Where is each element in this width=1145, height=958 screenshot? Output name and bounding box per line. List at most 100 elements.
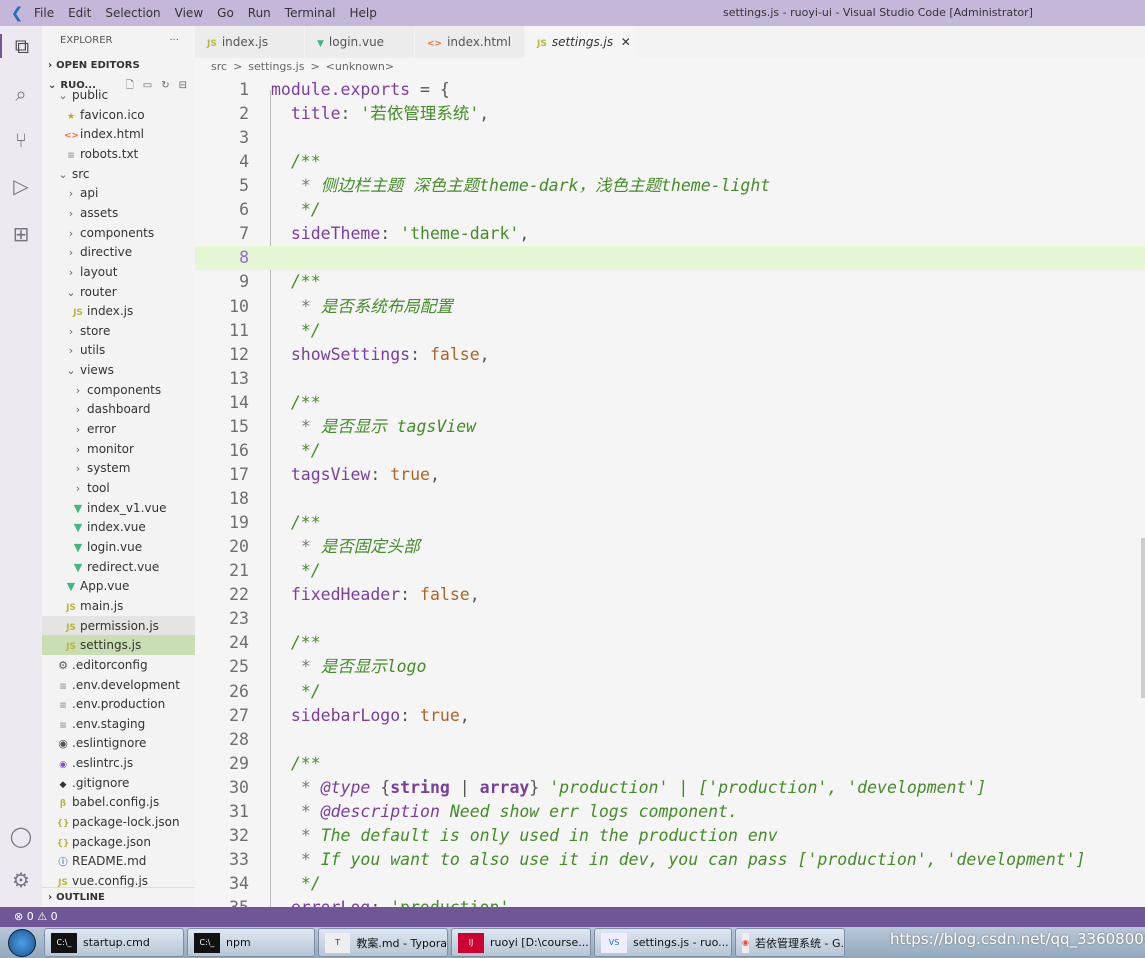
code-line[interactable]: 16 */ (195, 439, 1145, 463)
tree-item-src[interactable]: ⌄ src (42, 164, 195, 184)
files-icon[interactable]: ⧉ (0, 34, 42, 58)
code-line[interactable]: 23 (195, 607, 1145, 631)
tree-item-directive[interactable]: › directive (42, 242, 195, 262)
code-line[interactable]: 24 /** (195, 631, 1145, 655)
code-line[interactable]: 20 * 是否固定头部 (195, 535, 1145, 559)
open-editors-section[interactable]: › OPEN EDITORS (42, 56, 195, 76)
tree-item-main-js[interactable]: JS main.js (42, 596, 195, 616)
run-debug-icon[interactable]: ▷ (9, 174, 33, 198)
menu-help[interactable]: Help (350, 6, 377, 20)
code-line[interactable]: 12 showSettings: false, (195, 343, 1145, 367)
tree-item-login-vue[interactable]: ▼ login.vue (42, 537, 195, 557)
tree-item-redirect-vue[interactable]: ▼ redirect.vue (42, 557, 195, 577)
code-line[interactable]: 9 /** (195, 270, 1145, 294)
code-line[interactable]: 26 */ (195, 680, 1145, 704)
code-line[interactable]: 34 */ (195, 872, 1145, 896)
code-line[interactable]: 22 fixedHeader: false, (195, 583, 1145, 607)
menu-selection[interactable]: Selection (105, 6, 160, 20)
tree-item-env-staging[interactable]: ≡ .env.staging (42, 714, 195, 734)
tree-item-tool[interactable]: › tool (42, 478, 195, 498)
tree-item-router[interactable]: ⌄ router (42, 282, 195, 302)
tree-item-system[interactable]: › system (42, 458, 195, 478)
code-line[interactable]: 27 sidebarLogo: true, (195, 704, 1145, 728)
code-line[interactable]: 28 (195, 728, 1145, 752)
tree-item-utils[interactable]: › utils (42, 340, 195, 360)
taskbar-item[interactable]: C:\_ startup.cmd (44, 928, 184, 957)
tree-item-settings-js[interactable]: JS settings.js (42, 635, 195, 656)
code-line[interactable]: 31 * @description Need show err logs com… (195, 800, 1145, 824)
code-line[interactable]: 25 * 是否显示logo (195, 655, 1145, 679)
tab-index-html[interactable]: <> index.html (415, 26, 525, 58)
code-line[interactable]: 15 * 是否显示 tagsView (195, 415, 1145, 439)
tree-item-index-vue[interactable]: ▼ index.vue (42, 517, 195, 537)
search-icon[interactable]: ⌕ (9, 82, 33, 106)
tree-item-readme-md[interactable]: ⓘ README.md (42, 851, 195, 871)
code-line[interactable]: 8 (195, 246, 1145, 271)
source-control-icon[interactable]: ⑂ (9, 128, 33, 152)
code-line[interactable]: 17 tagsView: true, (195, 463, 1145, 487)
code-line[interactable]: 10 * 是否系统布局配置 (195, 295, 1145, 319)
menu-edit[interactable]: Edit (68, 6, 91, 20)
code-editor[interactable]: 1 module.exports = {2 title: '若依管理系统', 3 4 … (195, 78, 1145, 907)
tree-item-package-json[interactable]: {} package.json (42, 832, 195, 852)
breadcrumb-item[interactable]: settings.js (248, 60, 304, 73)
code-line[interactable]: 33 * If you want to also use it in dev, … (195, 848, 1145, 872)
breadcrumb-item[interactable]: <unknown> (326, 60, 394, 73)
tab-index-js[interactable]: JS index.js (195, 26, 305, 58)
tree-item-favicon-ico[interactable]: ★ favicon.ico (42, 105, 195, 125)
tree-item-components[interactable]: › components (42, 223, 195, 243)
code-line[interactable]: 19 /** (195, 511, 1145, 535)
tree-item-store[interactable]: › store (42, 321, 195, 341)
menu-run[interactable]: Run (248, 6, 271, 20)
tree-item-views[interactable]: ⌄ views (42, 360, 195, 380)
tree-item-env-development[interactable]: ≡ .env.development (42, 675, 195, 695)
code-line[interactable]: 7 sideTheme: 'theme-dark', (195, 222, 1145, 246)
code-line[interactable]: 4 /** (195, 150, 1145, 174)
menu-view[interactable]: View (175, 6, 203, 20)
code-line[interactable]: 11 */ (195, 319, 1145, 343)
tree-item-api[interactable]: › api (42, 183, 195, 203)
code-line[interactable]: 18 (195, 487, 1145, 511)
tree-item-robots-txt[interactable]: ≡ robots.txt (42, 144, 195, 164)
code-line[interactable]: 3 (195, 126, 1145, 150)
tree-item-error[interactable]: › error (42, 419, 195, 439)
code-line[interactable]: 1 module.exports = { (195, 78, 1145, 102)
code-line[interactable]: 6 */ (195, 198, 1145, 222)
taskbar-item[interactable]: T 教案.md - Typora (318, 928, 448, 957)
menu-file[interactable]: File (34, 6, 54, 20)
close-tab-icon[interactable]: ✕ (613, 35, 631, 49)
tree-item-babel-config-js[interactable]: β babel.config.js (42, 792, 195, 812)
tree-item-layout[interactable]: › layout (42, 262, 195, 282)
taskbar-item[interactable]: C:\_ npm (187, 928, 315, 957)
tree-item-app-vue[interactable]: ▼ App.vue (42, 576, 195, 596)
taskbar-item[interactable]: VS settings.js - ruo... (594, 928, 732, 957)
code-line[interactable]: 13 (195, 367, 1145, 391)
more-actions-button[interactable]: ··· (169, 26, 179, 56)
code-line[interactable]: 35 errorLog: 'production' (195, 896, 1145, 907)
menu-go[interactable]: Go (217, 6, 234, 20)
tree-item-gitignore[interactable]: ◆ .gitignore (42, 773, 195, 793)
breadcrumb-item[interactable]: src (211, 60, 227, 73)
tree-item-eslintrc-js[interactable]: ◉ .eslintrc.js (42, 753, 195, 773)
extensions-icon[interactable]: ⊞ (9, 222, 33, 246)
tree-item-index-html[interactable]: <>index.html (42, 124, 195, 144)
tab-settings-js[interactable]: JS settings.js ✕ (525, 26, 637, 58)
start-button[interactable] (0, 927, 44, 958)
menu-terminal[interactable]: Terminal (285, 6, 336, 20)
account-icon[interactable]: ◯ (9, 824, 33, 848)
code-line[interactable]: 29 /** (195, 752, 1145, 776)
gear-icon[interactable]: ⚙ (9, 868, 33, 892)
code-line[interactable]: 21 */ (195, 559, 1145, 583)
tree-item-components[interactable]: › components (42, 380, 195, 400)
tree-item-index-v1-vue[interactable]: ▼ index_v1.vue (42, 498, 195, 518)
code-line[interactable]: 5 * 侧边栏主题 深色主题theme-dark，浅色主题theme-light (195, 174, 1145, 198)
tree-item-monitor[interactable]: › monitor (42, 439, 195, 459)
tree-item-env-production[interactable]: ≡ .env.production (42, 694, 195, 714)
tree-item-eslintignore[interactable]: ◉ .eslintignore (42, 733, 195, 753)
tree-item-assets[interactable]: › assets (42, 203, 195, 223)
taskbar-item[interactable]: ◉ 若依管理系统 - G... (735, 928, 845, 957)
code-line[interactable]: 2 title: '若依管理系统', (195, 102, 1145, 126)
tree-item-editorconfig[interactable]: ⚙ .editorconfig (42, 655, 195, 675)
taskbar-item[interactable]: IJ ruoyi [D:\course... (451, 928, 591, 957)
tree-item-dashboard[interactable]: › dashboard (42, 399, 195, 419)
